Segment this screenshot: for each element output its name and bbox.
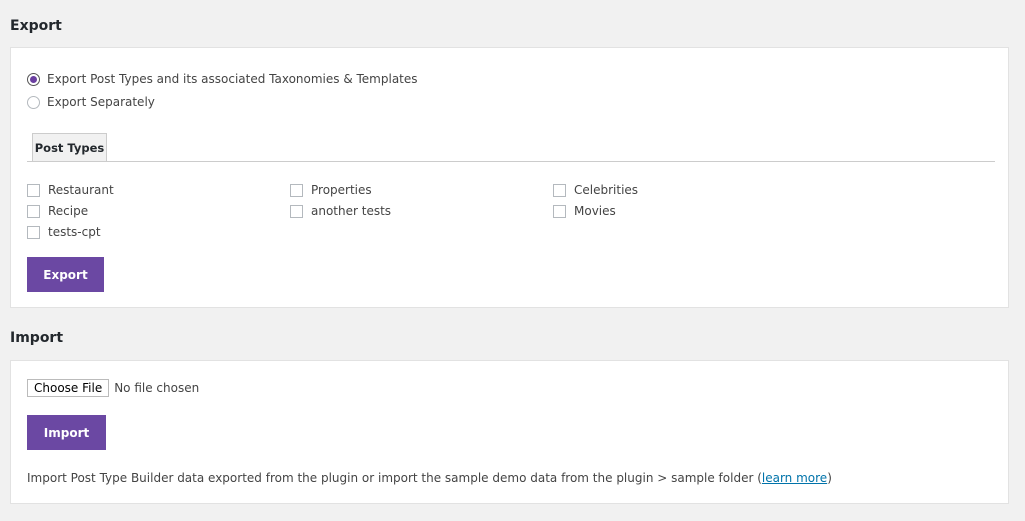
radio-icon	[27, 95, 40, 109]
radio-selected-icon	[27, 72, 40, 86]
file-status: No file chosen	[114, 381, 200, 395]
checkbox-icon	[27, 204, 40, 218]
checkbox-label: tests-cpt	[48, 225, 101, 239]
checkbox-label: Movies	[574, 204, 616, 218]
note-end: )	[827, 471, 832, 485]
export-panel: Export Post Types and its associated Tax…	[10, 47, 1009, 308]
checkbox-icon	[290, 183, 303, 197]
checkbox-label: Recipe	[48, 204, 89, 218]
choose-file-button[interactable]: Choose File	[27, 379, 110, 397]
checkbox-icon	[27, 225, 40, 239]
checkbox-celebrities[interactable]: Celebrities	[553, 183, 638, 197]
import-note: Import Post Type Builder data exported f…	[27, 471, 832, 485]
learn-more-link[interactable]: learn more	[762, 471, 827, 485]
import-button[interactable]: Import	[27, 415, 106, 450]
checkbox-label: another tests	[311, 204, 392, 218]
radio-export-with-taxonomies[interactable]: Export Post Types and its associated Tax…	[27, 72, 418, 86]
checkbox-icon	[290, 204, 303, 218]
checkbox-label: Restaurant	[48, 183, 114, 197]
radio-export-separately[interactable]: Export Separately	[27, 95, 155, 109]
checkbox-movies[interactable]: Movies	[553, 204, 616, 218]
radio-label: Export Separately	[47, 95, 155, 109]
checkbox-tests-cpt[interactable]: tests-cpt	[27, 225, 101, 239]
checkbox-restaurant[interactable]: Restaurant	[27, 183, 114, 197]
export-button[interactable]: Export	[27, 257, 104, 292]
checkbox-icon	[553, 204, 566, 218]
radio-label: Export Post Types and its associated Tax…	[47, 72, 418, 86]
note-text: Import Post Type Builder data exported f…	[27, 471, 762, 485]
export-heading: Export	[10, 18, 62, 34]
checkbox-label: Properties	[311, 183, 372, 197]
checkbox-icon	[553, 183, 566, 197]
import-panel: Choose File No file chosen Import Import …	[10, 360, 1009, 504]
checkbox-another-tests[interactable]: another tests	[290, 204, 391, 218]
tab-divider	[27, 161, 995, 162]
checkbox-recipe[interactable]: Recipe	[27, 204, 88, 218]
checkbox-label: Celebrities	[574, 183, 639, 197]
file-input[interactable]: Choose File No file chosen	[27, 379, 199, 397]
checkbox-icon	[27, 183, 40, 197]
import-heading: Import	[10, 330, 64, 346]
tab-post-types[interactable]: Post Types	[32, 133, 107, 162]
checkbox-properties[interactable]: Properties	[290, 183, 372, 197]
